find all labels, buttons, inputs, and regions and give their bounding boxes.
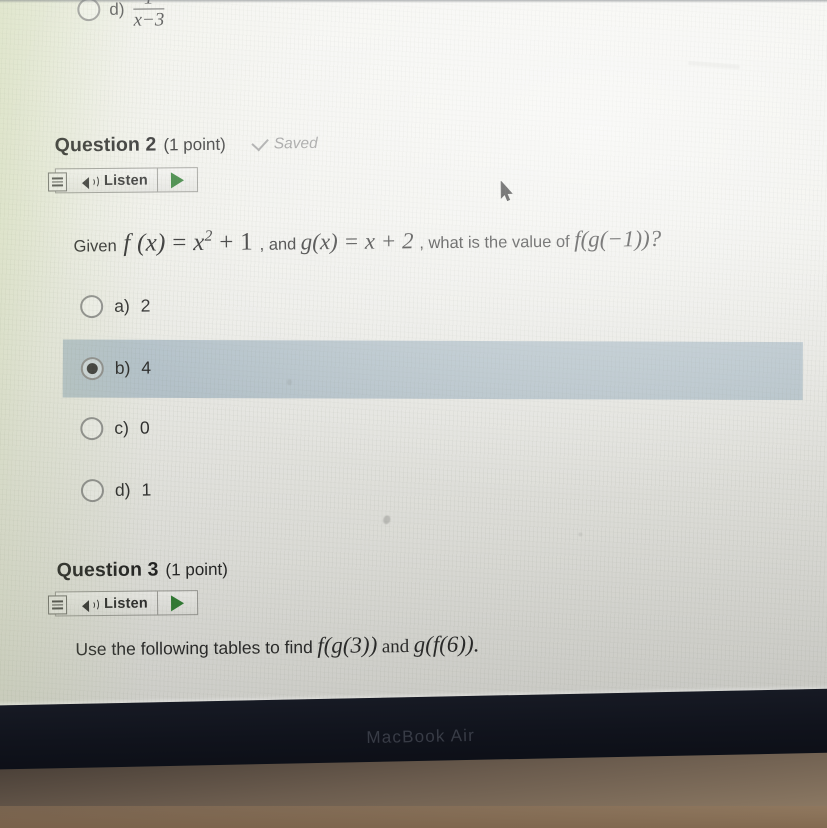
option-d-value: 1	[141, 479, 152, 500]
desk-surface-foreground	[0, 806, 827, 828]
option-b[interactable]: b) 4	[80, 356, 152, 381]
f-name: f (x)	[123, 229, 166, 258]
option-a[interactable]: a) 2	[80, 294, 151, 319]
saved-status: Saved	[251, 133, 318, 154]
question-2-prompt: Given f (x) = x2 + 1 , and g(x) = x + 2 …	[73, 222, 827, 259]
question-2-listen-widget[interactable]: Listen	[47, 167, 198, 194]
option-c-value: 0	[139, 417, 150, 438]
option-d[interactable]: d) 1	[80, 478, 152, 503]
question-3-points: (1 point)	[165, 559, 228, 580]
option-d-letter: d)	[114, 479, 131, 500]
f-body-exponent: 2	[204, 227, 213, 246]
selected-option-highlight	[62, 339, 803, 401]
menu-lines-icon[interactable]	[47, 595, 68, 615]
question-3-prompt: Use the following tables to find f(g(3))…	[75, 631, 479, 661]
option-c-letter: c)	[114, 417, 130, 438]
photo-smudge	[578, 532, 583, 537]
fraction-denominator: x−3	[133, 8, 165, 31]
listen-label: Listen	[103, 172, 148, 189]
g-equals: =	[343, 228, 360, 254]
question-2-header: Question 2 (1 point) Saved	[55, 132, 318, 158]
g-name: g(x)	[300, 229, 338, 255]
saved-label: Saved	[273, 134, 318, 153]
play-button[interactable]	[158, 591, 197, 614]
screen-top-edge	[0, 0, 827, 3]
play-triangle-icon	[170, 594, 185, 611]
option-c[interactable]: c) 0	[80, 416, 150, 441]
bezel-brand-label: MacBook Air	[366, 725, 476, 748]
radio-button-selected[interactable]	[80, 356, 104, 381]
play-button[interactable]	[158, 168, 197, 191]
photo-smudge	[286, 379, 292, 386]
listen-button[interactable]: Listen	[47, 168, 158, 193]
g-body: x + 2	[364, 228, 414, 254]
q3-lead-text: Use the following tables to find	[75, 636, 313, 660]
play-triangle-icon	[170, 171, 184, 188]
option-a-value: 2	[140, 295, 151, 316]
radio-button[interactable]	[77, 0, 101, 22]
clipped-option-previous-question[interactable]: d) 1 x−3	[77, 0, 164, 31]
question-3-title: Question 3	[56, 558, 159, 582]
option-b-value: 4	[141, 357, 152, 378]
q3-expression-2: g(f(6)).	[413, 631, 480, 658]
question-3-header: Question 3 (1 point)	[57, 558, 228, 583]
quiz-page: d) 1 x−3 Question 2 (1 point) Saved	[0, 0, 827, 714]
middle-text: , what is the value of	[419, 232, 570, 253]
g-definition: g(x) = x + 2	[301, 228, 420, 254]
speaker-icon	[82, 598, 100, 613]
photo-of-laptop-screen: d) 1 x−3 Question 2 (1 point) Saved	[0, 0, 827, 828]
comma-and: , and	[259, 235, 297, 254]
f-tail: + 1	[219, 228, 254, 257]
f-equals: =	[172, 229, 187, 257]
given-word: Given	[73, 237, 117, 256]
radio-button[interactable]	[80, 294, 104, 319]
q3-expression-1: f(g(3))	[317, 632, 378, 658]
question-3-listen-widget[interactable]: Listen	[47, 590, 199, 617]
photo-smudge	[381, 514, 392, 526]
laptop-screen: d) 1 x−3 Question 2 (1 point) Saved	[0, 0, 827, 714]
photo-smudge	[687, 61, 740, 70]
f-body-base: x	[193, 229, 205, 257]
checkmark-icon	[251, 133, 270, 152]
option-a-letter: a)	[114, 295, 130, 316]
radio-button[interactable]	[80, 478, 105, 503]
q3-conjunction: and	[381, 636, 410, 658]
f-definition: f (x) = x2 + 1	[117, 227, 260, 258]
listen-label: Listen	[103, 595, 149, 612]
question-2-points: (1 point)	[163, 134, 226, 155]
option-b-letter: b)	[114, 357, 131, 378]
question-2-title: Question 2	[54, 133, 157, 157]
listen-button[interactable]: Listen	[47, 591, 159, 616]
fraction-expression: 1 x−3	[133, 0, 164, 31]
menu-lines-icon[interactable]	[47, 172, 68, 192]
mouse-cursor	[500, 181, 514, 202]
radio-button[interactable]	[80, 416, 104, 441]
speaker-icon	[81, 175, 100, 190]
composite-expression: f(g(−1))?	[574, 225, 662, 252]
